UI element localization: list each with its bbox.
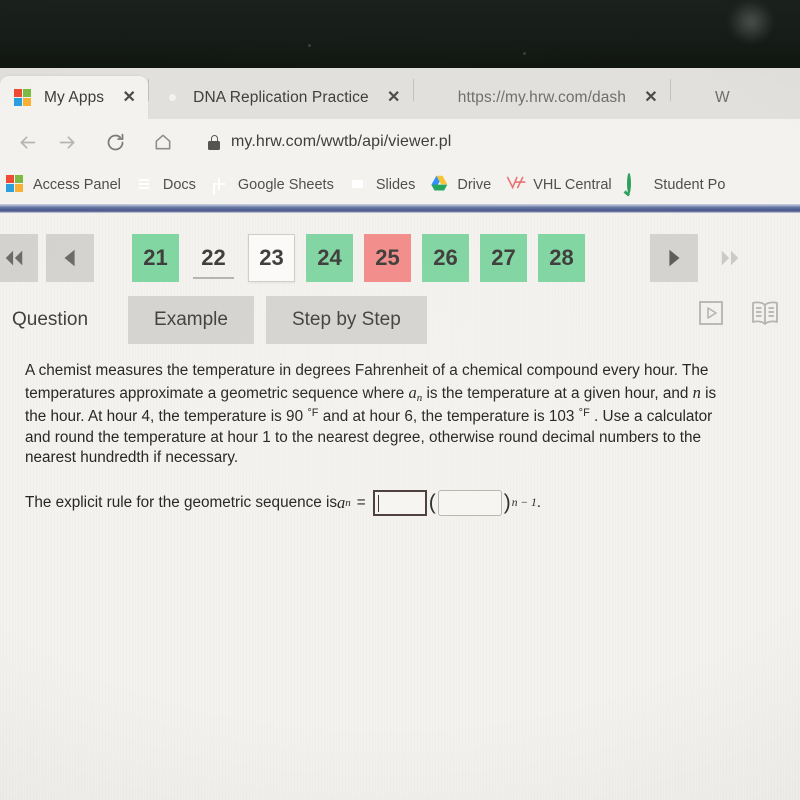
content-tab-bar: Question Example Step by Step [0,287,800,349]
content-tab-actions [694,295,782,331]
open-paren: ( [428,491,436,515]
pager-page-22[interactable]: 22 [190,234,237,282]
pager-next-button[interactable] [650,234,698,282]
question-text-2: is the temperature at a given hour, and [422,384,693,402]
browser-tab-title: DNA Replication Practice [193,88,369,106]
bookmark-docs[interactable]: Docs [132,170,207,200]
question-paragraph: A chemist measures the temperature in de… [25,361,733,469]
bookmark-access-panel[interactable]: Access Panel [2,170,132,200]
bookmark-label: Access Panel [33,176,121,193]
pager-page-27[interactable]: 27 [480,234,527,282]
vhl-central-icon [506,175,526,194]
orange-dot-icon [428,89,446,107]
reload-icon[interactable] [98,125,132,159]
answer-input-1[interactable] [372,490,427,517]
close-icon[interactable]: ✕ [381,85,407,111]
screenshot-root: My Apps ✕ DNA Replication Practice ✕ htt… [0,0,800,800]
tab-question[interactable]: Question [0,296,128,344]
browser-tab-title: W [715,88,730,106]
home-icon[interactable] [146,125,180,159]
bookmark-google-sheets[interactable]: Google Sheets [207,170,345,200]
browser-window: My Apps ✕ DNA Replication Practice ✕ htt… [0,68,800,800]
orange-dot-icon [685,89,703,107]
back-icon[interactable] [10,125,44,159]
video-play-icon[interactable] [694,295,728,331]
monitor-bezel [0,0,800,68]
equals-sign: = [356,494,366,512]
bookmark-vhl-central[interactable]: VHL Central [502,170,622,200]
period: . [536,494,541,512]
answer-row: The explicit rule for the geometric sequ… [25,489,733,518]
degrees-fahrenheit: °F [578,406,590,419]
pager-prev-button[interactable] [46,234,94,282]
subscript-n: n [345,496,351,509]
pager-page-23[interactable]: 23 [248,234,295,282]
question-pager: 21 22 23 24 25 26 27 28 [0,213,800,287]
bookmark-label: Drive [457,176,492,193]
address-bar-url: my.hrw.com/wwtb/api/viewer.pl [231,133,452,150]
pager-page-24[interactable]: 24 [306,234,353,282]
pager-page-25[interactable]: 25 [364,234,411,282]
close-paren: ) [503,491,511,515]
bezel-dust-speck [308,44,311,47]
browser-tab-my-apps[interactable]: My Apps ✕ [0,76,149,119]
microsoft-logo-icon [6,175,25,194]
browser-tab-partial[interactable]: W [671,76,736,119]
degrees-fahrenheit: °F [307,406,319,419]
padlock-icon [208,134,220,150]
tab-example[interactable]: Example [128,296,254,344]
pager-first-button[interactable] [0,234,38,282]
close-icon[interactable]: ✕ [638,85,664,111]
bookmark-label: Student Po [653,176,726,193]
answer-prompt: The explicit rule for the geometric sequ… [25,494,338,512]
answer-input-2[interactable] [437,490,502,517]
browser-tab-hrw-dashboard[interactable]: https://my.hrw.com/dash ✕ [413,76,670,119]
bookmarks-bar: Access Panel Docs Google Sheets Slides D… [0,165,800,204]
bookmark-drive[interactable]: Drive [426,170,502,200]
bookmark-label: Google Sheets [237,176,334,193]
browser-tab-dna-replication[interactable]: DNA Replication Practice ✕ [149,76,413,119]
google-docs-icon [136,175,155,194]
microsoft-logo-icon [14,88,32,107]
google-sheets-icon [211,175,230,194]
canvas-logo-icon [163,89,181,107]
google-slides-icon [349,175,368,194]
bookmark-label: VHL Central [533,176,612,193]
quizlet-q-icon [626,173,646,194]
pager-page-28[interactable]: 28 [538,234,585,282]
tab-step-by-step[interactable]: Step by Step [265,296,427,344]
pager-last-button[interactable] [706,234,754,282]
bookmark-student-portal[interactable]: Student Po [623,170,737,200]
window-divider [0,204,800,213]
google-drive-icon [430,175,449,194]
bookmark-slides[interactable]: Slides [345,170,427,200]
bookmark-label: Slides [375,176,416,193]
forward-icon[interactable] [50,125,84,159]
page-content: 21 22 23 24 25 26 27 28 Question Example… [0,213,800,800]
exponent-label: n − 1 [511,496,537,509]
browser-tab-strip: My Apps ✕ DNA Replication Practice ✕ htt… [0,68,800,119]
question-body: A chemist measures the temperature in de… [0,349,755,518]
variable-a: a [408,382,417,402]
bezel-dust-speck [523,52,526,55]
browser-tab-title: My Apps [44,88,105,106]
variable-n: n [692,382,701,402]
bookmark-label: Docs [162,176,196,193]
pager-page-26[interactable]: 26 [422,234,469,282]
pager-page-21[interactable]: 21 [132,234,179,282]
bezel-glare [728,0,774,44]
variable-a: a [337,493,346,513]
close-icon[interactable]: ✕ [116,85,142,111]
browser-toolbar: my.hrw.com/wwtb/api/viewer.pl [0,119,800,165]
open-book-icon[interactable] [748,295,782,331]
question-text-4: and at hour 6, the temperature is 103 [318,407,579,425]
address-bar[interactable]: my.hrw.com/wwtb/api/viewer.pl [194,126,790,158]
browser-tab-title: https://my.hrw.com/dash [457,88,626,106]
